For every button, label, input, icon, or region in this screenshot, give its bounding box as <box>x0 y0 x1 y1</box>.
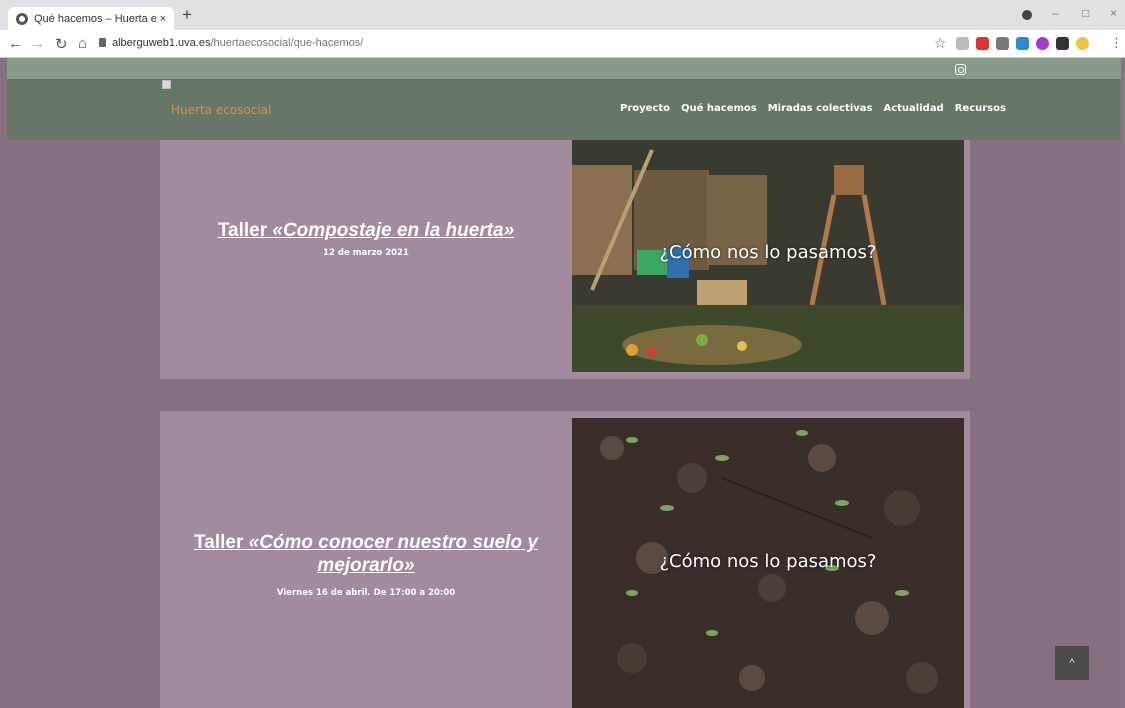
new-tab-button[interactable]: + <box>182 5 192 25</box>
event-card: Taller «Cómo conocer nuestro suelo y mej… <box>160 411 970 708</box>
extension-icon[interactable] <box>956 37 969 50</box>
broken-logo-image <box>162 80 171 89</box>
menu-item-proyecto[interactable]: Proyecto <box>620 103 670 114</box>
puzzle-icon[interactable] <box>1056 37 1069 50</box>
event-title-name: «Compostaje en la huerta» <box>272 220 515 241</box>
event-title-name: «Cómo conocer nuestro suelo y mejorarlo» <box>248 532 538 576</box>
photo-overlay-text: ¿Cómo nos lo pasamos? <box>659 242 877 263</box>
extension-icon[interactable] <box>1016 37 1029 50</box>
window-close-button[interactable]: × <box>1110 6 1117 20</box>
event-title-prefix: Taller <box>194 532 249 553</box>
scroll-to-top-button[interactable]: ^ <box>1055 646 1089 680</box>
event-title[interactable]: Taller «Cómo conocer nuestro suelo y mej… <box>160 531 572 577</box>
event-title-prefix: Taller <box>217 220 273 241</box>
profile-icon[interactable] <box>1022 10 1032 20</box>
instagram-icon[interactable] <box>955 64 966 75</box>
photo-overlay-text: ¿Cómo nos lo pasamos? <box>659 551 877 572</box>
site-favicon-icon <box>16 12 28 25</box>
pdf-extension-icon[interactable] <box>976 37 989 50</box>
url-host: alberguweb1.uva.es <box>112 37 211 49</box>
more-menu-icon[interactable]: ⋮ <box>1110 35 1123 51</box>
main-menu: Proyecto Qué hacemos Miradas colectivas … <box>620 103 1006 114</box>
home-icon[interactable]: ⌂ <box>78 35 87 52</box>
address-bar: ← → ↻ ⌂ alberguweb1.uva.es/huertaecosoci… <box>0 30 1125 58</box>
menu-item-actualidad[interactable]: Actualidad <box>883 103 943 114</box>
back-icon[interactable]: ← <box>8 35 23 52</box>
event-card: Taller «Compostaje en la huerta» 12 de m… <box>160 140 970 379</box>
event-photo[interactable]: ¿Cómo nos lo pasamos? <box>572 140 964 372</box>
browser-tab-bar: Qué hacemos – Huerta ecosocial × + – □ × <box>0 0 1125 30</box>
bookmark-star-icon[interactable]: ☆ <box>934 35 947 52</box>
forward-icon[interactable]: → <box>30 35 45 52</box>
menu-item-que-hacemos[interactable]: Qué hacemos <box>681 103 757 114</box>
avatar[interactable] <box>1076 37 1089 50</box>
event-date: Viernes 16 de abril. De 17:00 a 20:00 <box>276 588 456 598</box>
menu-item-miradas-colectivas[interactable]: Miradas colectivas <box>768 103 873 114</box>
lock-icon <box>99 38 106 47</box>
event-date: 12 de marzo 2021 <box>323 248 409 258</box>
tab-close-icon[interactable]: × <box>160 13 166 25</box>
extension-icon[interactable] <box>996 37 1009 50</box>
extension-icon[interactable] <box>1036 37 1049 50</box>
browser-tab[interactable]: Qué hacemos – Huerta ecosocial × <box>8 7 174 30</box>
reload-icon[interactable]: ↻ <box>55 35 68 53</box>
event-title[interactable]: Taller «Compostaje en la huerta» <box>160 220 572 242</box>
event-photo[interactable]: ¿Cómo nos lo pasamos? <box>572 418 964 708</box>
site-title[interactable]: Huerta ecosocial <box>171 103 271 117</box>
scrollbar[interactable] <box>1121 58 1125 708</box>
minimize-button[interactable]: – <box>1052 6 1059 20</box>
url-field[interactable]: alberguweb1.uva.es/huertaecosocial/que-h… <box>112 37 363 49</box>
tab-title: Qué hacemos – Huerta ecosocial <box>34 12 156 25</box>
url-path: /huertaecosocial/que-hacemos/ <box>210 37 364 49</box>
restore-button[interactable]: □ <box>1082 6 1089 20</box>
menu-item-recursos[interactable]: Recursos <box>955 103 1006 114</box>
